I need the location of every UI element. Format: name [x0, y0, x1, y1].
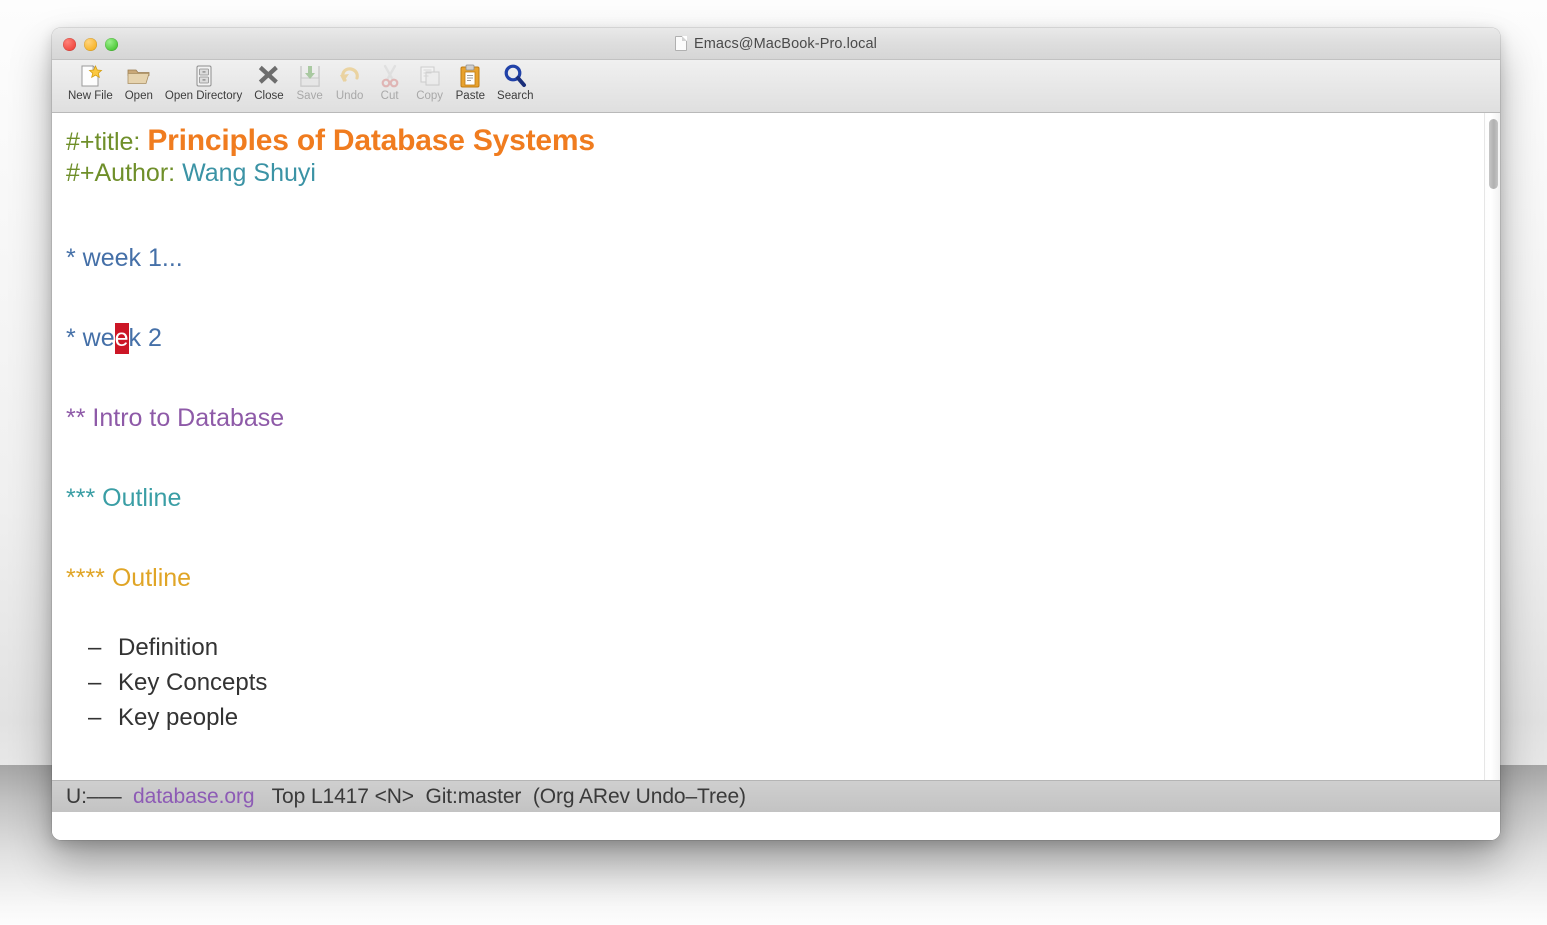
list-bullet: –	[88, 704, 102, 731]
toolbar-label: Search	[497, 90, 534, 102]
close-x-icon	[256, 63, 282, 89]
mode-line-filename[interactable]: database.org	[133, 785, 255, 809]
list-bullet: –	[88, 669, 102, 696]
buffer-text-area[interactable]: #+title: Principles of Database Systems …	[52, 113, 1500, 780]
close-window-button[interactable]	[63, 38, 76, 51]
toolbar-label: New File	[68, 90, 113, 102]
list-bullet: –	[88, 634, 102, 661]
toolbar-label: Paste	[455, 90, 486, 102]
blank-spacer	[66, 517, 1500, 560]
new-file-icon	[77, 63, 103, 89]
clipboard-icon	[457, 63, 483, 89]
toolbar: New File Open Open Directory Close Save …	[52, 60, 1500, 113]
heading-week-2[interactable]: * week 2	[66, 320, 1500, 357]
org-title-value: Principles of Database Systems	[147, 124, 595, 157]
toolbar-button-paste[interactable]: Paste	[450, 62, 491, 102]
toolbar-button-open[interactable]: Open	[119, 62, 159, 102]
open-folder-icon	[126, 63, 152, 89]
save-icon	[297, 63, 323, 89]
toolbar-button-undo: Undo	[330, 62, 370, 102]
toolbar-label: Open Directory	[164, 90, 243, 102]
list-item-label: Key people	[118, 704, 239, 731]
org-author-value: Wang Shuyi	[182, 159, 316, 187]
scrollbar-thumb[interactable]	[1489, 119, 1498, 189]
heading-week-2-pre: * we	[66, 324, 115, 352]
mode-line-position: Top L1417 <N>	[271, 784, 414, 808]
toolbar-label: Open	[124, 90, 153, 102]
maximize-window-button[interactable]	[105, 38, 118, 51]
list-item-label: Definition	[118, 634, 219, 661]
document-icon	[674, 36, 687, 51]
toolbar-button-new-file[interactable]: New File	[62, 62, 119, 102]
emacs-window: Emacs@MacBook-Pro.local New File Open Op…	[52, 28, 1500, 840]
org-author-keyword: #+Author:	[66, 159, 176, 187]
toolbar-button-copy: Copy	[410, 62, 450, 102]
toolbar-label: Save	[296, 90, 323, 102]
toolbar-button-search[interactable]: Search	[491, 62, 539, 102]
minimize-window-button[interactable]	[84, 38, 97, 51]
blank-spacer	[66, 277, 1500, 320]
mode-line-vc[interactable]: Git:master	[425, 785, 521, 809]
org-title-keyword: #+title:	[66, 128, 141, 156]
heading-outline-level3[interactable]: *** Outline	[66, 480, 1500, 517]
toolbar-label: Cut	[380, 90, 399, 102]
blank-spacer	[66, 188, 1500, 240]
minibuffer-echo-area[interactable]	[52, 812, 1500, 840]
blank-spacer	[66, 597, 1500, 631]
org-author-line: #+Author: Wang Shuyi	[66, 158, 1500, 188]
list-item-label: Key Concepts	[118, 669, 268, 696]
window-title: Emacs@MacBook-Pro.local	[52, 36, 1500, 52]
traffic-lights	[63, 38, 118, 51]
vertical-scrollbar[interactable]	[1484, 113, 1500, 780]
list-item: – Key Concepts	[66, 666, 1500, 701]
toolbar-button-save: Save	[290, 62, 330, 102]
copy-pages-icon	[417, 63, 443, 89]
undo-arrow-icon	[337, 63, 363, 89]
heading-week-2-post: k 2	[128, 324, 162, 352]
mode-line: U:––– database.org Top L1417 <N> Git:mas…	[52, 780, 1500, 812]
toolbar-button-close[interactable]: Close	[248, 62, 289, 102]
blank-spacer	[66, 357, 1500, 400]
heading-intro-to-database[interactable]: ** Intro to Database	[66, 400, 1500, 437]
org-title-line: #+title: Principles of Database Systems	[66, 123, 1500, 158]
window-title-text: Emacs@MacBook-Pro.local	[693, 35, 878, 52]
mode-line-status: U:–––	[66, 784, 122, 808]
mode-line-modes[interactable]: (Org ARev Undo–Tree)	[533, 785, 746, 809]
list-item: – Definition	[66, 631, 1500, 666]
text-cursor: e	[114, 323, 129, 354]
toolbar-label: Undo	[335, 90, 364, 102]
toolbar-button-cut: Cut	[370, 62, 410, 102]
toolbar-button-open-directory[interactable]: Open Directory	[159, 62, 248, 102]
toolbar-label: Close	[254, 90, 284, 102]
heading-outline-level4[interactable]: **** Outline	[66, 560, 1500, 597]
open-directory-icon	[191, 63, 217, 89]
scissors-icon	[377, 63, 403, 89]
list-item: – Key people	[66, 701, 1500, 736]
blank-spacer	[66, 437, 1500, 480]
heading-week-1[interactable]: * week 1...	[66, 240, 1500, 277]
window-titlebar[interactable]: Emacs@MacBook-Pro.local	[52, 28, 1500, 60]
magnifier-icon	[502, 63, 528, 89]
toolbar-label: Copy	[416, 90, 444, 102]
